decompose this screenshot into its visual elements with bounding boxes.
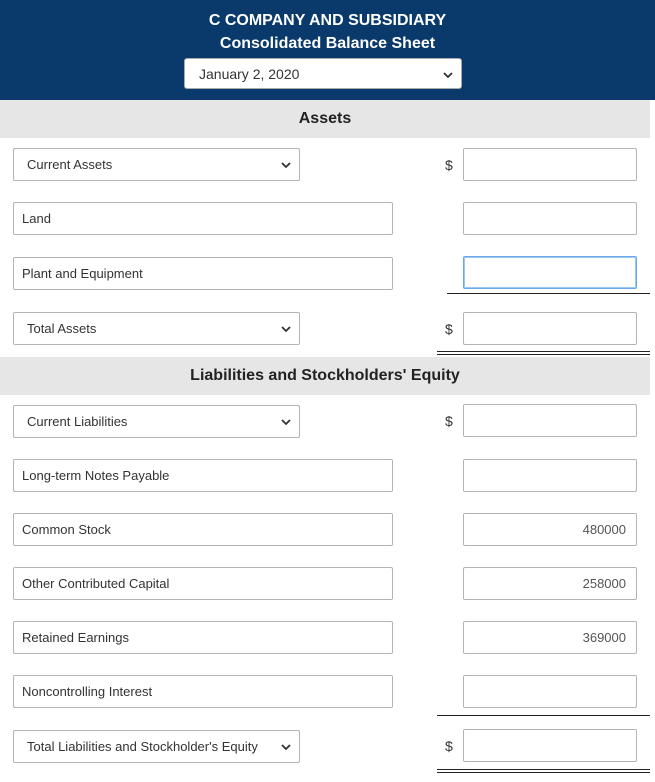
subtotal-rule — [437, 715, 650, 716]
current-assets-label: Current Assets — [27, 157, 113, 172]
land-input[interactable]: Land — [13, 202, 393, 235]
total-assets-label: Total Assets — [27, 321, 97, 336]
total-assets-select[interactable]: Total Assets — [13, 312, 300, 345]
plant-equipment-label: Plant and Equipment — [22, 266, 143, 281]
chevron-down-icon — [281, 162, 291, 169]
retained-earnings-label: Retained Earnings — [22, 630, 129, 645]
plant-equipment-amount-input[interactable] — [463, 256, 637, 289]
total-double-rule-top — [437, 351, 650, 352]
total-double-rule-bottom — [437, 354, 650, 355]
common-stock-label: Common Stock — [22, 522, 111, 537]
noncontrolling-interest-input[interactable]: Noncontrolling Interest — [13, 675, 393, 708]
current-assets-select[interactable]: Current Assets — [13, 148, 300, 181]
total-double-rule-bottom — [437, 772, 650, 773]
total-double-rule-top — [437, 769, 650, 770]
chevron-down-icon — [443, 72, 453, 79]
current-liabilities-label: Current Liabilities — [27, 414, 128, 429]
company-name: C COMPANY AND SUBSIDIARY — [208, 12, 447, 29]
other-contributed-capital-amount-input[interactable]: 258000 — [463, 567, 637, 600]
assets-section-title: Assets — [0, 100, 650, 138]
total-liabilities-equity-label: Total Liabilities and Stockholder's Equi… — [27, 739, 258, 754]
common-stock-amount: 480000 — [582, 522, 626, 537]
long-term-notes-amount-input[interactable] — [463, 459, 637, 492]
retained-earnings-input[interactable]: Retained Earnings — [13, 621, 393, 654]
chevron-down-icon — [281, 744, 291, 751]
current-liabilities-amount-input[interactable] — [463, 404, 637, 437]
plant-equipment-input[interactable]: Plant and Equipment — [13, 257, 393, 290]
chevron-down-icon — [281, 326, 291, 333]
noncontrolling-interest-label: Noncontrolling Interest — [22, 684, 153, 699]
other-contributed-capital-input[interactable]: Other Contributed Capital — [13, 567, 393, 600]
chevron-down-icon — [281, 419, 291, 426]
date-select[interactable]: January 2, 2020 — [184, 58, 462, 89]
liabilities-section-title: Liabilities and Stockholders' Equity — [0, 357, 650, 395]
total-liabilities-equity-amount-input[interactable] — [463, 729, 637, 762]
current-assets-amount-input[interactable] — [463, 148, 637, 181]
statement-header: C COMPANY AND SUBSIDIARY Consolidated Ba… — [0, 0, 655, 100]
long-term-notes-label: Long-term Notes Payable — [22, 468, 170, 483]
land-amount-input[interactable] — [463, 202, 637, 235]
subtotal-rule — [447, 293, 650, 294]
other-contributed-capital-label: Other Contributed Capital — [22, 576, 170, 591]
common-stock-input[interactable]: Common Stock — [13, 513, 393, 546]
other-contributed-capital-amount: 258000 — [582, 576, 626, 591]
date-select-value: January 2, 2020 — [199, 66, 300, 82]
total-assets-amount-input[interactable] — [463, 312, 637, 345]
retained-earnings-amount-input[interactable]: 369000 — [463, 621, 637, 654]
long-term-notes-input[interactable]: Long-term Notes Payable — [13, 459, 393, 492]
total-liabilities-equity-select[interactable]: Total Liabilities and Stockholder's Equi… — [13, 730, 300, 763]
current-liabilities-select[interactable]: Current Liabilities — [13, 405, 300, 438]
statement-title: Consolidated Balance Sheet — [219, 35, 436, 52]
dollar-sign: $ — [445, 321, 453, 337]
dollar-sign: $ — [445, 413, 453, 429]
retained-earnings-amount: 369000 — [582, 630, 626, 645]
dollar-sign: $ — [445, 738, 453, 754]
noncontrolling-interest-amount-input[interactable] — [463, 675, 637, 708]
dollar-sign: $ — [445, 157, 453, 173]
common-stock-amount-input[interactable]: 480000 — [463, 513, 637, 546]
land-label: Land — [22, 211, 51, 226]
